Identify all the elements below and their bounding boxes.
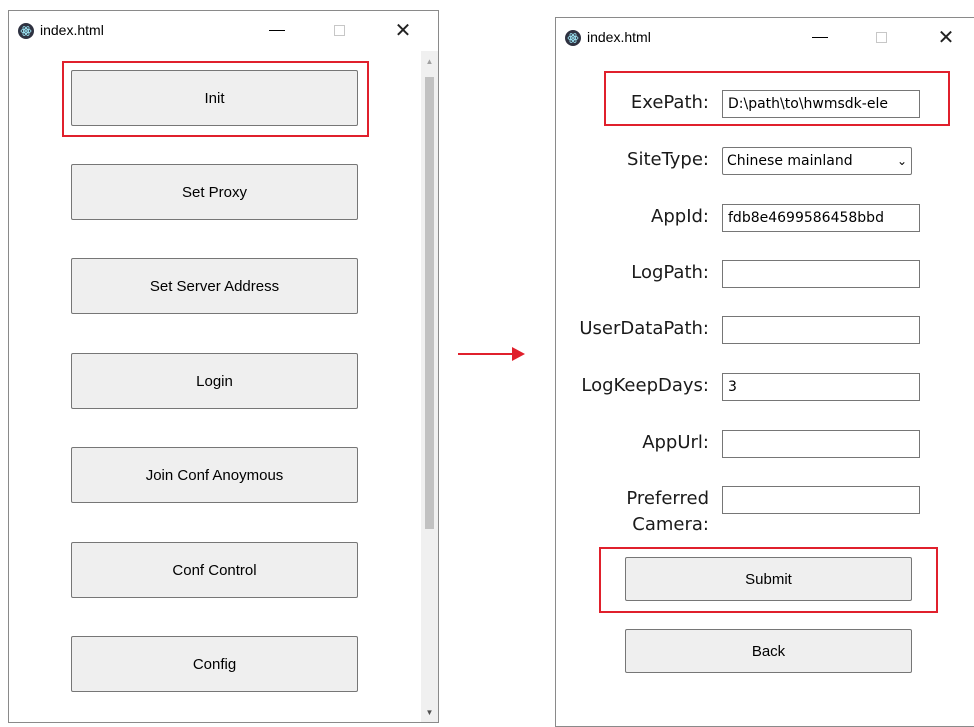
chevron-down-icon: ⌄ xyxy=(896,154,907,168)
maximize-button[interactable] xyxy=(861,22,901,52)
arrow-right-icon xyxy=(458,353,514,355)
arrow-head xyxy=(512,347,525,361)
log-keep-days-label: LogKeepDays: xyxy=(581,375,709,396)
close-icon: ✕ xyxy=(937,25,955,49)
exe-path-highlight-box xyxy=(604,71,950,126)
conf-control-button[interactable]: Conf Control xyxy=(71,542,358,598)
maximize-icon xyxy=(333,24,345,36)
site-type-select[interactable]: Chinese mainland ⌄ xyxy=(722,147,912,175)
maximize-icon xyxy=(875,31,887,43)
set-server-address-button[interactable]: Set Server Address xyxy=(71,258,358,314)
preferred-camera-label-line1: Preferred xyxy=(626,488,709,509)
minimize-icon xyxy=(812,36,828,38)
init-highlight-box xyxy=(62,61,369,137)
maximize-button[interactable] xyxy=(319,15,359,45)
electron-app-icon xyxy=(18,23,34,39)
left-window: index.html ✕ Init Set Proxy Set Server A… xyxy=(8,10,439,723)
right-window: index.html ✕ ExePath: SiteType: Chinese … xyxy=(555,17,974,727)
window-title: index.html xyxy=(587,29,651,45)
preferred-camera-input[interactable] xyxy=(722,486,920,514)
user-data-path-input[interactable] xyxy=(722,316,920,344)
scroll-up-icon[interactable]: ▲ xyxy=(421,53,438,69)
login-button[interactable]: Login xyxy=(71,353,358,409)
electron-app-icon xyxy=(565,30,581,46)
title-bar: index.html ✕ xyxy=(9,11,438,51)
minimize-button[interactable] xyxy=(257,15,297,45)
close-icon: ✕ xyxy=(394,18,412,42)
app-id-input[interactable] xyxy=(722,204,920,232)
close-button[interactable]: ✕ xyxy=(383,15,423,45)
log-path-label: LogPath: xyxy=(631,262,709,283)
minimize-icon xyxy=(269,29,285,31)
log-path-input[interactable] xyxy=(722,260,920,288)
log-keep-days-input[interactable] xyxy=(722,373,920,401)
app-url-input[interactable] xyxy=(722,430,920,458)
minimize-button[interactable] xyxy=(800,22,840,52)
back-button[interactable]: Back xyxy=(625,629,912,673)
window-title: index.html xyxy=(40,22,104,38)
scrollbar[interactable]: ▲ ▼ xyxy=(421,51,438,722)
site-type-label: SiteType: xyxy=(627,149,709,170)
app-url-label: AppUrl: xyxy=(642,432,709,453)
app-id-label: AppId: xyxy=(651,206,709,227)
scroll-down-icon[interactable]: ▼ xyxy=(421,704,438,720)
submit-highlight-box xyxy=(599,547,938,613)
set-proxy-button[interactable]: Set Proxy xyxy=(71,164,358,220)
config-button[interactable]: Config xyxy=(71,636,358,692)
user-data-path-label: UserDataPath: xyxy=(579,318,709,339)
join-conf-anonymous-button[interactable]: Join Conf Anoymous xyxy=(71,447,358,503)
title-bar: index.html ✕ xyxy=(556,18,974,58)
site-type-selected: Chinese mainland xyxy=(727,153,853,169)
close-button[interactable]: ✕ xyxy=(926,22,966,52)
preferred-camera-label-line2: Camera: xyxy=(632,514,709,535)
scroll-thumb[interactable] xyxy=(425,77,434,529)
